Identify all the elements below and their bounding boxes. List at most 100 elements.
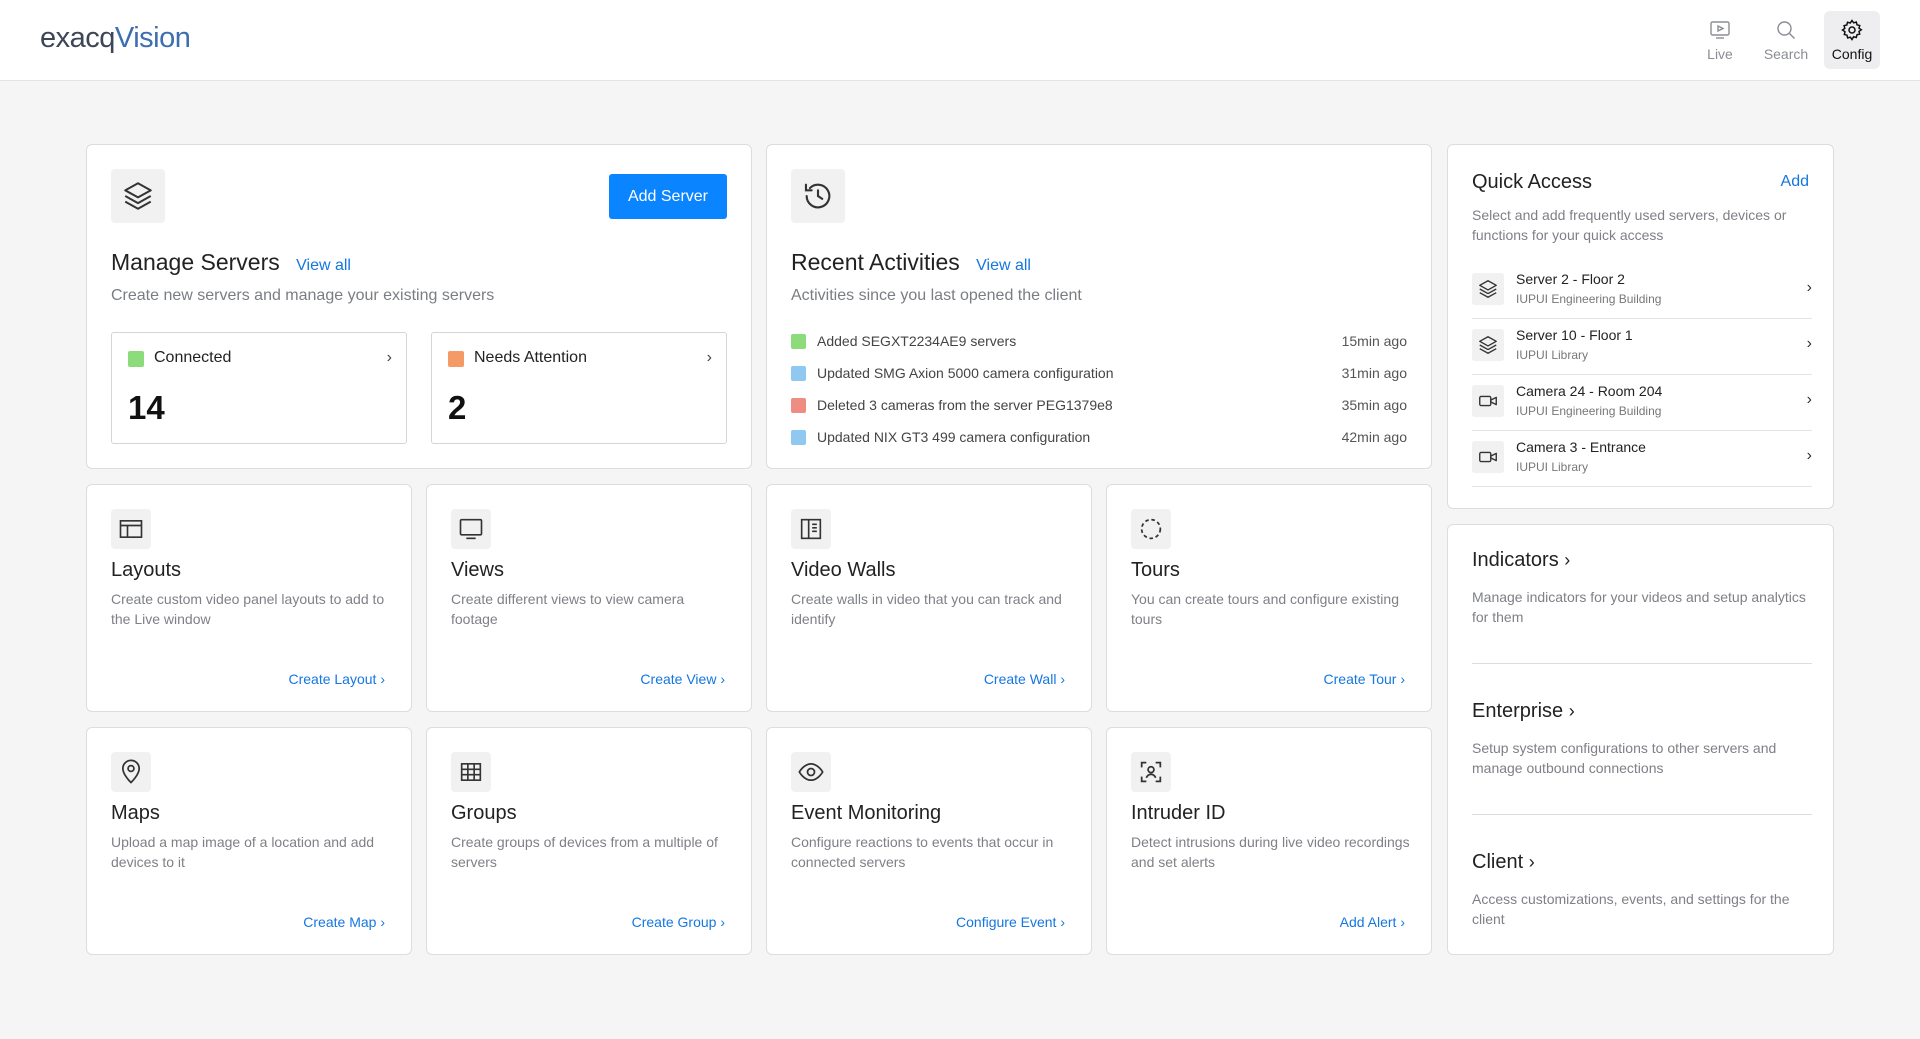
event-monitoring-description: Configure reactions to events that occur…: [791, 834, 1054, 870]
activity-item[interactable]: Deleted 3 cameras from the server PEG137…: [791, 394, 1407, 426]
client-link[interactable]: Client ›: [1472, 851, 1535, 874]
maps-title: Maps: [111, 802, 160, 824]
intruder-id-description: Detect intrusions during live video reco…: [1131, 834, 1410, 870]
views-icon-box: [451, 509, 491, 549]
client-title: Client: [1472, 851, 1524, 873]
quick-access-title: Quick Access: [1472, 171, 1593, 193]
enterprise-link[interactable]: Enterprise ›: [1472, 700, 1575, 723]
create-map-link[interactable]: Create Map ›: [303, 914, 385, 930]
add-alert-label: Add Alert: [1339, 914, 1397, 930]
servers-view-all-link[interactable]: View all: [296, 257, 351, 274]
indicators-description: Manage indicators for your videos and se…: [1472, 589, 1806, 625]
item-icon-box: [1472, 441, 1504, 473]
activity-status-square: [791, 334, 806, 349]
quick-access-item[interactable]: Camera 3 - Entrance IUPUI Library ›: [1472, 431, 1812, 487]
video-walls-card: Video Walls Create walls in video that y…: [766, 484, 1092, 712]
search-icon: [1777, 21, 1795, 39]
views-card: Views Create different views to view cam…: [426, 484, 752, 712]
needs-attention-stat[interactable]: Needs Attention › 2: [431, 332, 727, 444]
create-view-label: Create View: [640, 671, 717, 687]
layout-icon: [119, 520, 143, 538]
event-monitoring-title: Event Monitoring: [791, 802, 942, 824]
activity-item[interactable]: Updated SMG Axion 5000 camera configurat…: [791, 362, 1407, 394]
tour-icon: [1140, 518, 1162, 540]
activity-time: 15min ago: [1341, 333, 1407, 349]
create-layout-link[interactable]: Create Layout ›: [288, 671, 385, 687]
layouts-card: Layouts Create custom video panel layout…: [86, 484, 412, 712]
play-monitor-icon: [1710, 21, 1730, 39]
item-location: IUPUI Library: [1516, 460, 1589, 474]
groups-description: Create groups of devices from a multiple…: [451, 834, 718, 870]
layers-icon: [1479, 280, 1497, 298]
quick-access-item[interactable]: Server 10 - Floor 1 IUPUI Library ›: [1472, 319, 1812, 375]
create-layout-label: Create Layout: [288, 671, 377, 687]
logo-text: exacq: [40, 22, 115, 54]
item-location: IUPUI Library: [1516, 348, 1589, 362]
item-location: IUPUI Engineering Building: [1516, 404, 1662, 418]
item-name: Server 10 - Floor 1: [1516, 327, 1633, 343]
chevron-right-icon: ›: [706, 349, 712, 366]
client-description: Access customizations, events, and setti…: [1472, 891, 1790, 927]
gear-icon: [1841, 19, 1863, 41]
item-name: Camera 24 - Room 204: [1516, 383, 1663, 399]
event-monitoring-icon-box: [791, 752, 831, 792]
layouts-title: Layouts: [111, 559, 182, 581]
configure-event-label: Configure Event: [956, 914, 1057, 930]
create-view-link[interactable]: Create View ›: [640, 671, 725, 687]
quick-access-description: Select and add frequently used servers, …: [1472, 207, 1787, 243]
manage-servers-title: Manage Servers View all: [111, 249, 351, 276]
manage-servers-subtitle: Create new servers and manage your exist…: [111, 287, 495, 304]
create-group-label: Create Group: [631, 914, 717, 930]
connected-stat[interactable]: Connected › 14: [111, 332, 407, 444]
app-logo[interactable]: exacqVision: [40, 22, 191, 55]
add-server-button[interactable]: Add Server: [609, 174, 727, 219]
eye-icon: [798, 762, 824, 782]
configure-event-link[interactable]: Configure Event ›: [956, 914, 1065, 930]
nav-config[interactable]: Config: [1824, 11, 1880, 69]
layouts-description: Create custom video panel layouts to add…: [111, 591, 385, 627]
attention-status-square: [448, 351, 464, 367]
item-name: Camera 3 - Entrance: [1516, 439, 1646, 455]
divider: [1472, 814, 1812, 815]
create-map-label: Create Map: [303, 914, 377, 930]
activity-text: Updated NIX GT3 499 camera configuration: [817, 429, 1091, 445]
top-bar: exacqVision Live Search Config: [0, 0, 1920, 81]
activity-item[interactable]: Updated NIX GT3 499 camera configuration…: [791, 426, 1407, 458]
chevron-right-icon: ›: [1806, 279, 1812, 296]
connected-label: Connected: [154, 349, 232, 366]
groups-icon-box: [451, 752, 491, 792]
chevron-right-icon: ›: [1568, 701, 1575, 721]
activity-status-square: [791, 398, 806, 413]
quick-access-item[interactable]: Server 2 - Floor 2 IUPUI Engineering Bui…: [1472, 263, 1812, 319]
enterprise-description: Setup system configurations to other ser…: [1472, 740, 1777, 776]
activity-item[interactable]: Added SEGXT2234AE9 servers 15min ago: [791, 330, 1407, 362]
chevron-right-icon: ›: [1528, 852, 1535, 872]
quick-access-item[interactable]: Camera 24 - Room 204 IUPUI Engineering B…: [1472, 375, 1812, 431]
activities-view-all-link[interactable]: View all: [976, 257, 1031, 274]
add-alert-link[interactable]: Add Alert ›: [1340, 914, 1405, 930]
tours-card: Tours You can create tours and configure…: [1106, 484, 1432, 712]
layers-icon: [1479, 336, 1497, 354]
video-walls-icon-box: [791, 509, 831, 549]
groups-card: Groups Create groups of devices from a m…: [426, 727, 752, 955]
nav-search[interactable]: Search: [1758, 11, 1814, 69]
indicators-link[interactable]: Indicators ›: [1472, 549, 1570, 572]
create-group-link[interactable]: Create Group ›: [632, 914, 725, 930]
maps-description: Upload a map image of a location and add…: [111, 834, 375, 870]
face-scan-icon: [1140, 761, 1162, 783]
item-icon-box: [1472, 329, 1504, 361]
chevron-right-icon: ›: [1806, 335, 1812, 352]
quick-access-add-link[interactable]: Add: [1781, 173, 1809, 191]
indicators-title: Indicators: [1472, 549, 1559, 571]
tours-title: Tours: [1131, 559, 1180, 581]
tours-description: You can create tours and configure exist…: [1131, 591, 1399, 627]
create-wall-link[interactable]: Create Wall ›: [984, 671, 1065, 687]
item-icon-box: [1472, 385, 1504, 417]
activity-status-square: [791, 430, 806, 445]
intruder-id-card: Intruder ID Detect intrusions during liv…: [1106, 727, 1432, 955]
nav-live[interactable]: Live: [1692, 11, 1748, 69]
create-tour-link[interactable]: Create Tour ›: [1324, 671, 1405, 687]
recent-activities-subtitle: Activities since you last opened the cli…: [791, 287, 1082, 304]
activity-text: Deleted 3 cameras from the server PEG137…: [817, 397, 1113, 413]
item-location: IUPUI Engineering Building: [1516, 292, 1662, 306]
